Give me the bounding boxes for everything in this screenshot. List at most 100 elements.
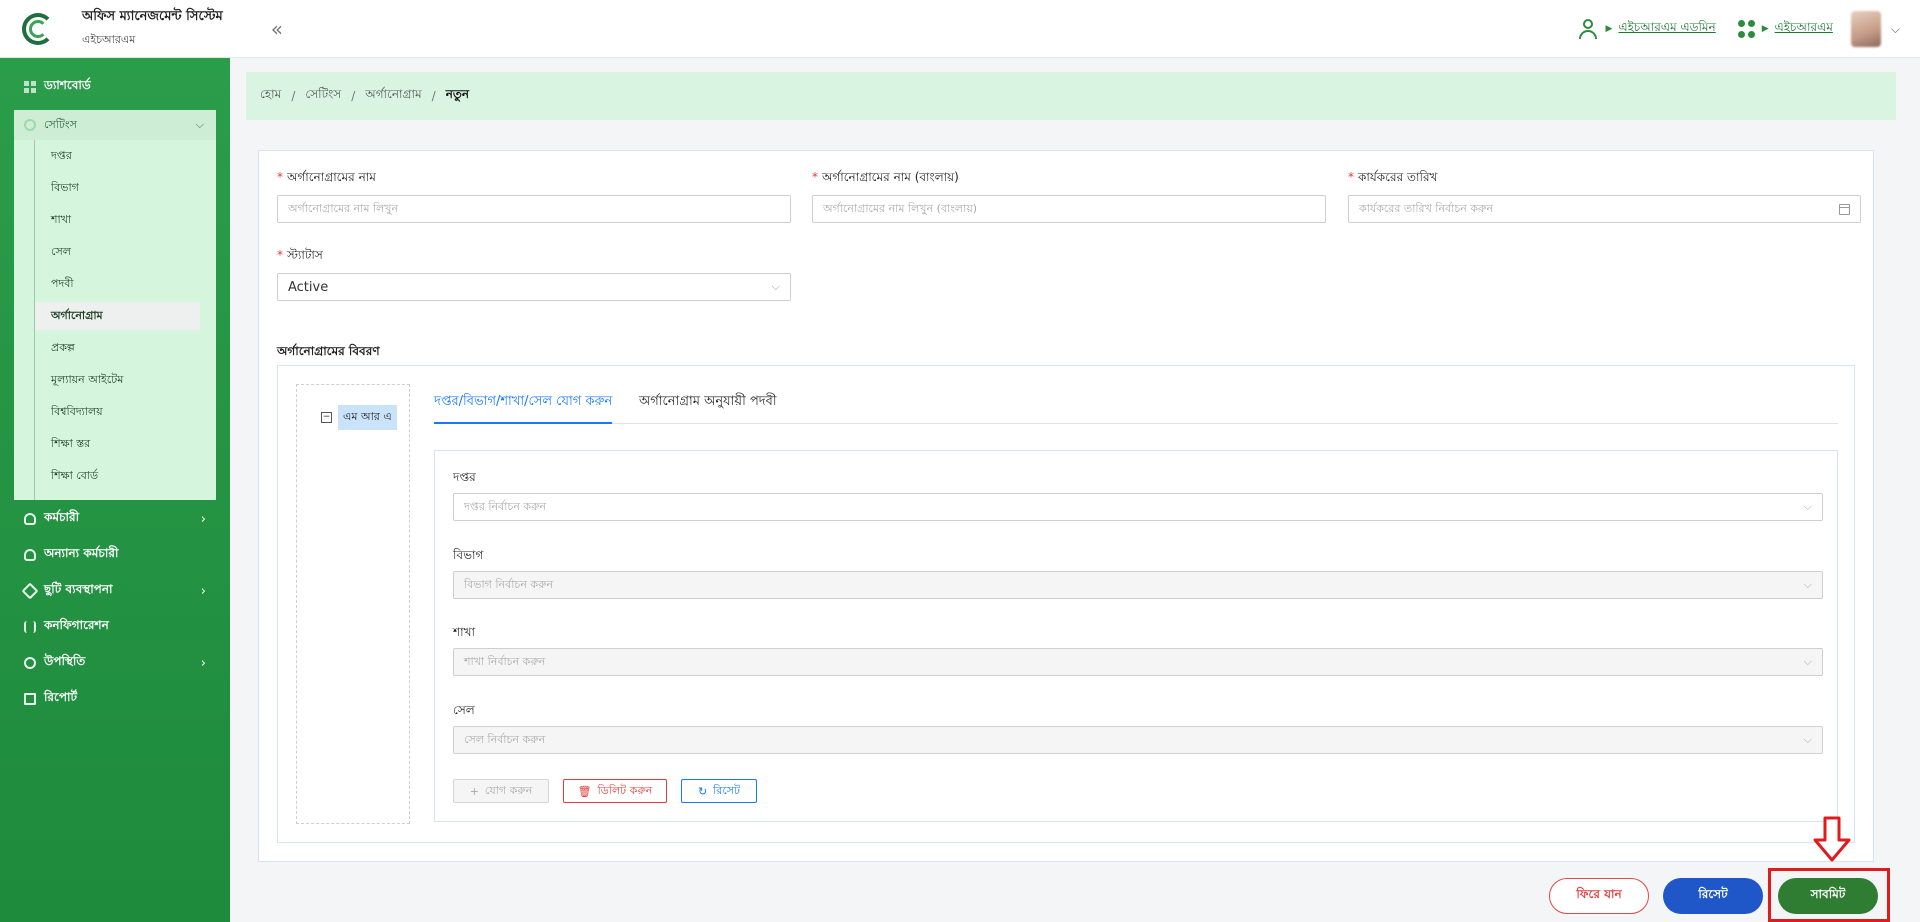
- sidebar-item-dashboard[interactable]: ড্যাশবোর্ড: [0, 70, 230, 104]
- sidebar-item-label: রিপোর্ট: [44, 690, 78, 704]
- caret-right-icon: ▶: [1605, 24, 1613, 34]
- name-label: * অর্গানোগ্রামের নাম: [277, 170, 376, 184]
- breadcrumb: হোম / সেটিংস / অর্গানোগ্রাম / নতুন: [246, 72, 1896, 120]
- sidebar-subitem-branch[interactable]: শাখা: [35, 206, 200, 234]
- cell-label: সেল: [453, 703, 475, 717]
- sidebar-item-employee[interactable]: কর্মচারী ›: [0, 502, 230, 536]
- organogram-details: − এম আর এ দপ্তর/বিভাগ/শাখা/সেল যোগ করুন …: [277, 365, 1855, 843]
- status-label: * স্ট্যাটাস: [277, 248, 323, 262]
- settings-submenu: দপ্তর বিভাগ শাখা সেল পদবী অর্গানোগ্রাম প…: [34, 140, 216, 500]
- sidebar-subitem-office[interactable]: দপ্তর: [35, 142, 200, 170]
- brand-logo: [22, 11, 62, 47]
- sidebar-item-label: উপস্থিতি: [44, 654, 86, 668]
- clock-icon: [24, 657, 36, 669]
- user-icon: [24, 513, 36, 525]
- breadcrumb-home[interactable]: হোম: [260, 86, 281, 106]
- add-units-panel: দপ্তর দপ্তর নির্বাচন করুন ⌵ বিভাগ বিভাগ …: [434, 450, 1838, 822]
- sidebar: ড্যাশবোর্ড সেটিংস ⌵ দপ্তর বিভাগ শাখা সেল…: [0, 58, 230, 922]
- organogram-name-input[interactable]: অর্গানোগ্রামের নাম লিখুন: [277, 195, 791, 223]
- sidebar-subitem-project[interactable]: প্রকল্প: [35, 334, 200, 362]
- sidebar-item-other-employee[interactable]: অন্যান্য কর্মচারী: [0, 538, 230, 572]
- delete-unit-button[interactable]: 🗑 ডিলিট করুন: [563, 779, 667, 803]
- reset-button[interactable]: রিসেট: [1663, 878, 1763, 914]
- office-select[interactable]: দপ্তর নির্বাচন করুন ⌵: [453, 493, 1823, 521]
- app-subtitle: এইচআরএম: [82, 33, 136, 46]
- chevron-down-icon: ⌵: [195, 118, 204, 131]
- sidebar-subitem-university[interactable]: বিশ্ববিদ্যালয়: [35, 398, 200, 426]
- office-label: দপ্তর: [453, 470, 476, 484]
- branch-label: শাখা: [453, 625, 475, 639]
- gear-icon: [24, 119, 36, 131]
- main-content: হোম / সেটিংস / অর্গানোগ্রাম / নতুন * অর্গ…: [230, 58, 1920, 922]
- refresh-icon: ↻: [697, 784, 708, 798]
- chevron-right-icon: ›: [200, 511, 206, 527]
- module-switcher[interactable]: ▶ এইচআরএম: [1737, 19, 1833, 39]
- role-switcher[interactable]: ▶ এইচআরএম এডমিন: [1578, 18, 1716, 40]
- submit-highlight-box: [1768, 868, 1890, 922]
- division-select[interactable]: বিভাগ নির্বাচন করুন ⌵: [453, 571, 1823, 599]
- sidebar-subitem-division[interactable]: বিভাগ: [35, 174, 200, 202]
- collapse-sidebar-icon[interactable]: «: [271, 17, 283, 41]
- caret-right-icon: ▶: [1761, 24, 1769, 34]
- tree-node-label[interactable]: এম আর এ: [338, 405, 397, 430]
- chevron-down-icon: ⌵: [1803, 500, 1812, 513]
- organogram-form-card: * অর্গানোগ্রামের নাম অর্গানোগ্রামের নাম ল…: [258, 150, 1874, 862]
- cell-select[interactable]: সেল নির্বাচন করুন ⌵: [453, 726, 1823, 754]
- back-button[interactable]: ফিরে যান: [1549, 878, 1649, 914]
- sidebar-subitem-evaluation-item[interactable]: মূল্যায়ন আইটেম: [35, 366, 200, 394]
- sidebar-item-label: কর্মচারী: [44, 510, 80, 524]
- chevron-right-icon: ›: [200, 655, 206, 671]
- sidebar-item-label: সেটিংস: [44, 117, 77, 131]
- sidebar-item-report[interactable]: রিপোর্ট: [0, 682, 230, 716]
- organogram-name-bn-input[interactable]: অর্গানোগ্রামের নাম লিখুন (বাংলায়): [812, 195, 1326, 223]
- module-link[interactable]: এইচআরএম: [1775, 19, 1833, 39]
- app-title: অফিস ম্যানেজমেন্ট সিস্টেম: [82, 9, 223, 24]
- sidebar-item-leave[interactable]: ছুটি ব্যবস্থাপনা ›: [0, 574, 230, 608]
- leave-icon: [21, 582, 39, 600]
- header-right: ▶ এইচআরএম এডমিন ▶ এইচআরএম ⌵: [1556, 0, 1900, 58]
- users-icon: [24, 549, 36, 561]
- sliders-icon: [24, 621, 36, 633]
- add-unit-button[interactable]: + যোগ করুন: [453, 779, 549, 803]
- branch-select[interactable]: শাখা নির্বাচন করুন ⌵: [453, 648, 1823, 676]
- sidebar-item-configuration[interactable]: কনফিগারেশন: [0, 610, 230, 644]
- sidebar-item-label: ড্যাশবোর্ড: [44, 78, 91, 92]
- sidebar-subitem-organogram[interactable]: অর্গানোগ্রাম: [35, 302, 200, 330]
- effective-date-picker[interactable]: কার্যকরের তারিখ নির্বাচন করুন: [1348, 195, 1861, 223]
- tab-designations[interactable]: অর্গানোগ্রাম অনুযায়ী পদবী: [639, 392, 777, 424]
- dashboard-icon: [24, 81, 36, 93]
- breadcrumb-organogram[interactable]: অর্গানোগ্রাম: [365, 86, 421, 106]
- tab-add-units[interactable]: দপ্তর/বিভাগ/শাখা/সেল যোগ করুন: [434, 392, 613, 424]
- tree-node-root[interactable]: − এম আর এ: [321, 405, 397, 430]
- calendar-icon: [1839, 204, 1850, 215]
- avatar[interactable]: [1850, 11, 1881, 47]
- plus-icon: +: [469, 784, 479, 798]
- sidebar-item-label: কনফিগারেশন: [44, 618, 109, 632]
- status-value: Active: [288, 279, 329, 295]
- document-icon: [24, 693, 36, 705]
- top-header: অফিস ম্যানেজমেন্ট সিস্টেম এইচআরএম « ▶ এই…: [0, 0, 1920, 58]
- sidebar-subitem-education-board[interactable]: শিক্ষা বোর্ড: [35, 462, 200, 490]
- collapse-node-icon[interactable]: −: [321, 412, 332, 423]
- chevron-down-icon: ⌵: [1803, 733, 1812, 746]
- sidebar-item-label: অন্যান্য কর্মচারী: [44, 546, 119, 560]
- breadcrumb-current: নতুন: [445, 87, 470, 101]
- arrow-down-icon: [1813, 816, 1851, 862]
- date-label: * কার্যকরের তারিখ: [1348, 170, 1438, 184]
- apps-grid-icon: [1737, 20, 1756, 38]
- breadcrumb-settings[interactable]: সেটিংস: [305, 86, 341, 106]
- app-title-block: অফিস ম্যানেজমেন্ট সিস্টেম এইচআরএম: [82, 7, 223, 50]
- details-tabs: দপ্তর/বিভাগ/শাখা/সেল যোগ করুন অর্গানোগ্র…: [434, 384, 1838, 424]
- status-select[interactable]: Active ⌵: [277, 273, 791, 301]
- sidebar-subitem-designation[interactable]: পদবী: [35, 270, 200, 298]
- trash-icon: 🗑: [577, 784, 592, 798]
- sidebar-item-attendance[interactable]: উপস্থিতি ›: [0, 646, 230, 680]
- sidebar-subitem-cell[interactable]: সেল: [35, 238, 200, 266]
- organogram-tree: − এম আর এ: [296, 384, 410, 824]
- sidebar-item-settings[interactable]: সেটিংস ⌵: [14, 110, 216, 140]
- chevron-down-icon[interactable]: ⌵: [1891, 22, 1900, 37]
- sidebar-subitem-education-level[interactable]: শিক্ষা স্তর: [35, 430, 200, 458]
- role-link[interactable]: এইচআরএম এডমিন: [1618, 19, 1715, 39]
- reset-unit-button[interactable]: ↻ রিসেট: [681, 779, 757, 803]
- division-label: বিভাগ: [453, 548, 484, 562]
